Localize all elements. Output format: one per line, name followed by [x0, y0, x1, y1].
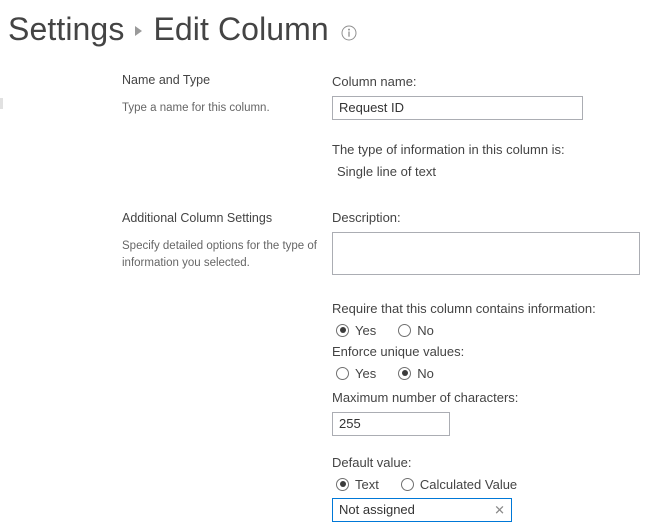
radio-label: Yes — [355, 323, 376, 338]
section-description: Type a name for this column. — [122, 100, 322, 117]
section-title: Additional Column Settings — [122, 210, 322, 226]
max-characters-label: Maximum number of characters: — [332, 390, 518, 407]
field-column-name: Column name: — [332, 74, 583, 120]
radio-label: Yes — [355, 366, 376, 381]
field-default-value: Default value: Text Calculated Value ✕ — [332, 455, 517, 522]
breadcrumb-settings-link[interactable]: Settings — [8, 13, 124, 45]
section-name-and-type: Name and Type Type a name for this colum… — [122, 72, 322, 117]
max-characters-input[interactable] — [332, 412, 450, 436]
radio-icon[interactable] — [336, 367, 349, 380]
default-value-option-text[interactable]: Text — [336, 477, 379, 492]
require-information-label: Require that this column contains inform… — [332, 301, 596, 318]
field-description: Description: — [332, 210, 640, 280]
default-value-input-wrapper: ✕ — [332, 498, 512, 522]
page-title: Edit Column — [153, 13, 328, 45]
description-textarea[interactable] — [332, 232, 640, 275]
radio-label: Text — [355, 477, 379, 492]
info-circle-icon[interactable] — [341, 25, 357, 41]
section-title: Name and Type — [122, 72, 322, 88]
field-max-characters: Maximum number of characters: — [332, 390, 518, 436]
radio-icon[interactable] — [401, 478, 414, 491]
enforce-unique-radio-group: Yes No — [332, 366, 464, 381]
breadcrumb: Settings Edit Column — [8, 4, 357, 54]
radio-icon[interactable] — [398, 367, 411, 380]
section-description: Specify detailed options for the type of… — [122, 238, 322, 271]
caret-right-icon — [135, 26, 142, 36]
default-value-input[interactable] — [332, 498, 512, 522]
require-information-option-yes[interactable]: Yes — [336, 323, 376, 338]
field-enforce-unique-values: Enforce unique values: Yes No — [332, 344, 464, 381]
require-information-radio-group: Yes No — [332, 323, 596, 338]
radio-icon[interactable] — [336, 324, 349, 337]
field-require-information: Require that this column contains inform… — [332, 301, 596, 338]
close-x-icon[interactable]: ✕ — [494, 503, 505, 516]
section-additional-column-settings: Additional Column Settings Specify detai… — [122, 210, 322, 272]
enforce-unique-option-no[interactable]: No — [398, 366, 434, 381]
default-value-radio-group: Text Calculated Value — [332, 477, 517, 492]
radio-label: No — [417, 366, 434, 381]
require-information-option-no[interactable]: No — [398, 323, 434, 338]
type-of-information-value: Single line of text — [332, 164, 565, 181]
radio-icon[interactable] — [336, 478, 349, 491]
type-of-information-label: The type of information in this column i… — [332, 142, 565, 159]
default-value-label: Default value: — [332, 455, 517, 472]
default-value-option-calculated[interactable]: Calculated Value — [401, 477, 517, 492]
radio-icon[interactable] — [398, 324, 411, 337]
column-name-label: Column name: — [332, 74, 583, 91]
description-label: Description: — [332, 210, 640, 227]
column-name-input[interactable] — [332, 96, 583, 120]
radio-label: Calculated Value — [420, 477, 517, 492]
field-type-of-information: The type of information in this column i… — [332, 142, 565, 181]
enforce-unique-label: Enforce unique values: — [332, 344, 464, 361]
radio-label: No — [417, 323, 434, 338]
clipped-edge-artifact — [0, 98, 3, 109]
enforce-unique-option-yes[interactable]: Yes — [336, 366, 376, 381]
